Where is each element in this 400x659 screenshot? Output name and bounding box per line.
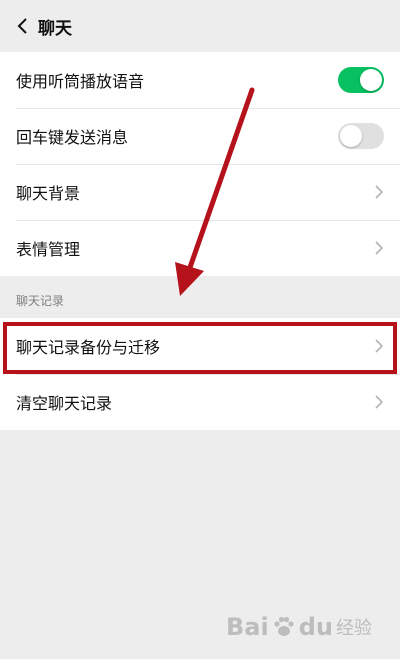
page-title: 聊天 (38, 18, 72, 39)
watermark-brand-b: du (298, 613, 333, 641)
row-label: 清空聊天记录 (16, 394, 113, 413)
row-label: 使用听筒播放语音 (16, 72, 145, 91)
row-sticker-management[interactable]: 表情管理 (0, 220, 400, 276)
row-label: 回车键发送消息 (16, 128, 129, 147)
row-label: 聊天记录备份与迁移 (16, 338, 161, 357)
paw-logo-icon (274, 616, 294, 636)
row-backup-and-migrate[interactable]: 聊天记录备份与迁移 (0, 318, 400, 374)
toggle-knob (360, 69, 382, 91)
section-header-chat-history: 聊天记录 (16, 294, 65, 308)
toggle-knob (340, 125, 362, 147)
baidu-jingyan-watermark: Bai du 经验 (226, 613, 372, 641)
watermark-text: 经验 (336, 618, 372, 639)
row-label: 表情管理 (16, 240, 81, 259)
watermark-brand-a: Bai (226, 613, 269, 641)
back-arrow-icon[interactable] (2, 0, 42, 52)
row-label: 聊天背景 (16, 184, 81, 203)
chevron-right-icon (374, 240, 384, 256)
row-earpiece-playback[interactable]: 使用听筒播放语音 (0, 52, 400, 108)
chat-history-group: 聊天记录备份与迁移 清空聊天记录 (0, 318, 400, 430)
top-bar: 聊天 (0, 0, 400, 52)
enter-send-toggle[interactable] (338, 123, 384, 149)
chevron-right-icon (374, 338, 384, 354)
chevron-right-icon (374, 394, 384, 410)
chat-settings-group: 使用听筒播放语音 回车键发送消息 聊天背景 表情管理 (0, 52, 400, 276)
row-chat-background[interactable]: 聊天背景 (0, 164, 400, 220)
row-clear-chat-history[interactable]: 清空聊天记录 (0, 374, 400, 430)
chevron-right-icon (374, 184, 384, 200)
row-enter-to-send[interactable]: 回车键发送消息 (0, 108, 400, 164)
earpiece-toggle[interactable] (338, 67, 384, 93)
